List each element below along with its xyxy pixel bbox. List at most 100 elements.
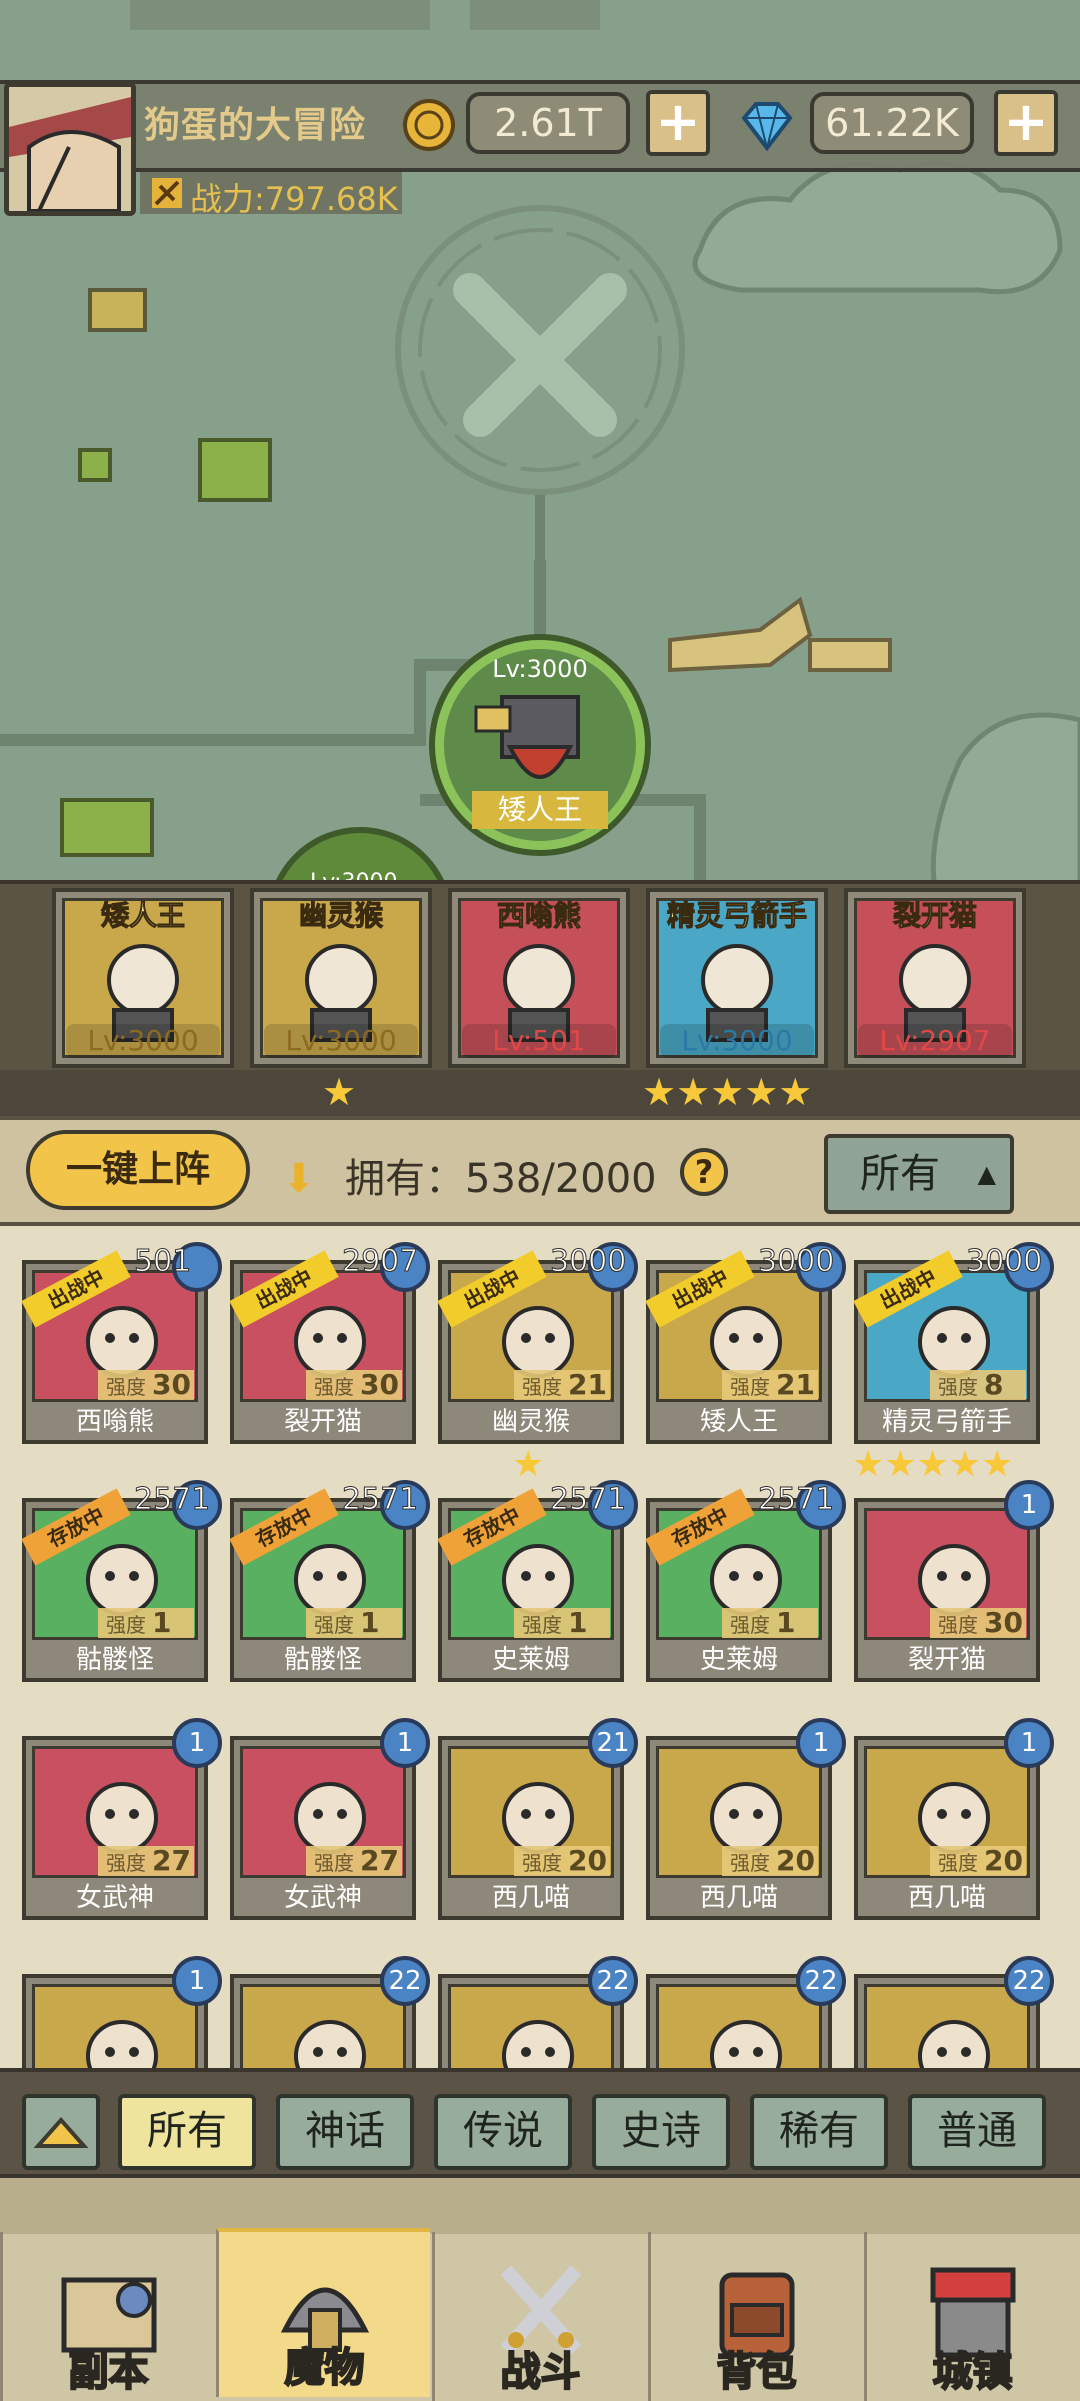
lineup-slot[interactable]: 裂开猫 Lv:2907 — [844, 888, 1026, 1068]
lineup-slot-level: Lv:501 — [462, 1024, 616, 1058]
nav-item-backpack[interactable]: 背包 — [648, 2232, 862, 2401]
nav-item-shop[interactable]: 城镇 — [864, 2232, 1078, 2401]
level-badge: 1 — [796, 1718, 846, 1768]
boss-node[interactable]: Lv:3000 矮人王 — [432, 637, 648, 853]
nav-item-label: 城镇 — [932, 2348, 1014, 2396]
nav-item-label: 背包 — [716, 2348, 798, 2396]
monster-card[interactable]: 强度 1 史莱姆 存放中 — [437, 1488, 624, 1682]
strength-tag: 强度 30 — [98, 1370, 194, 1400]
lineup-slot-name: 精灵弓箭手 — [666, 899, 807, 933]
strength-value: 20 — [984, 1844, 1023, 1877]
level-badge: 1 — [172, 1956, 222, 2006]
monster-card[interactable]: 强度 20 西几喵 — [854, 1736, 1040, 1920]
add-gold-button[interactable]: + — [646, 90, 710, 156]
monster-name: 西几喵 — [491, 1883, 570, 1913]
gold-coin-icon — [403, 99, 455, 151]
strength-label: 强度 — [522, 1613, 562, 1637]
strength-tag: 强度 30 — [930, 1608, 1026, 1638]
strength-value: 20 — [568, 1844, 607, 1877]
filter-dropdown[interactable]: 所有 ▲ — [824, 1134, 1014, 1214]
monster-name: 女武神 — [283, 1883, 362, 1913]
strength-value: 27 — [152, 1844, 191, 1877]
monster-card[interactable]: 强度 30 裂开猫 — [854, 1498, 1040, 1682]
level-badge: 1 — [1004, 1718, 1054, 1768]
monster-name: 骷髅怪 — [283, 1645, 362, 1675]
monster-name: 史莱姆 — [699, 1645, 778, 1675]
help-button[interactable]: ? — [680, 1148, 728, 1196]
lineup-slot[interactable]: 西嗡熊 Lv:501 — [448, 888, 630, 1068]
strength-tag: 强度 1 — [514, 1608, 610, 1638]
level-value: 2907 — [341, 1244, 419, 1280]
monster-card[interactable]: 强度 8 精灵弓箭手 出战中 — [853, 1250, 1040, 1444]
strength-tag: 强度 1 — [98, 1608, 194, 1638]
add-gem-button[interactable]: + — [994, 90, 1058, 156]
lineup-slot[interactable]: 幽灵猴 Lv:3000 — [250, 888, 432, 1068]
monster-card[interactable]: 强度 21 矮人王 出战中 — [645, 1250, 832, 1444]
lineup-slot[interactable]: 矮人王 Lv:3000 — [52, 888, 234, 1068]
strength-tag: 强度 27 — [98, 1846, 194, 1876]
strength-value: 27 — [360, 1844, 399, 1877]
monster-name: 西几喵 — [699, 1883, 778, 1913]
strength-tag: 强度 1 — [722, 1608, 818, 1638]
level-badge: 1 — [1004, 1480, 1054, 1530]
lineup-slot[interactable]: 精灵弓箭手 Lv:3000 — [646, 888, 828, 1068]
rarity-tab[interactable]: 所有 — [118, 2094, 256, 2170]
strength-tag: 强度 21 — [722, 1370, 818, 1400]
monster-card[interactable]: 强度 30 裂开猫 出战中 — [229, 1250, 416, 1444]
power-value: 战力:797.68K — [190, 180, 398, 218]
one-click-deploy-button[interactable]: 一键上阵 — [26, 1130, 250, 1210]
monster-card[interactable]: 强度 1 骷髅怪 存放中 — [229, 1488, 416, 1682]
strength-tag: 强度 20 — [722, 1846, 818, 1876]
bottom-nav-strip — [0, 2178, 1080, 2234]
strength-value: 8 — [984, 1368, 1004, 1401]
strength-tag: 强度 20 — [514, 1846, 610, 1876]
boss-name: 矮人王 — [497, 793, 582, 826]
owned-count: 拥有：538/2000 — [345, 1156, 657, 1202]
monster-card[interactable]: 强度 27 女武神 — [22, 1736, 208, 1920]
strength-tag: 强度 8 — [930, 1370, 1026, 1400]
monster-card[interactable]: 强度 20 西几喵 — [438, 1736, 624, 1920]
strength-tag: 强度 30 — [306, 1370, 402, 1400]
monster-name: 幽灵猴 — [491, 1407, 570, 1437]
lineup-slot-level: Lv:3000 — [66, 1024, 220, 1058]
level-badge: 22 — [588, 1956, 638, 2006]
monster-card[interactable]: 强度 30 西嗡熊 出战中 — [21, 1250, 208, 1444]
gold-amount: 2.61T — [466, 92, 630, 154]
monster-grid[interactable]: 强度 30 西嗡熊 出战中 501 强度 30 裂开猫 出战中 2907 强度 21 幽灵猴 出战中 300… — [0, 1226, 1080, 2068]
monster-card[interactable]: 强度 1 史莱姆 存放中 — [645, 1488, 832, 1682]
strength-label: 强度 — [730, 1851, 770, 1875]
monster-card[interactable]: 强度 1 骷髅怪 存放中 — [21, 1488, 208, 1682]
lineup-slot-name: 裂开猫 — [892, 899, 977, 933]
lineup-slot-level: Lv:3000 — [660, 1024, 814, 1058]
nav-item-helmet[interactable]: 魔物 — [216, 2228, 430, 2397]
rarity-tab[interactable]: 神话 — [276, 2094, 414, 2170]
rarity-tab[interactable]: 稀有 — [750, 2094, 888, 2170]
strength-label: 强度 — [938, 1613, 978, 1637]
rarity-tab[interactable]: 史诗 — [592, 2094, 730, 2170]
monster-card[interactable]: 强度 27 女武神 — [230, 1736, 416, 1920]
nav-item-swords[interactable]: 战斗 — [432, 2232, 646, 2401]
strength-value: 20 — [776, 1844, 815, 1877]
strength-tag: 强度 27 — [306, 1846, 402, 1876]
monster-name: 裂开猫 — [283, 1407, 362, 1437]
monster-card[interactable]: 强度 20 西几喵 — [646, 1736, 832, 1920]
monster-stars: ★ — [512, 1444, 545, 1485]
nav-item-map[interactable]: 副本 — [0, 2232, 214, 2401]
rarity-tab[interactable]: 传说 — [434, 2094, 572, 2170]
level-badge: 21 — [588, 1718, 638, 1768]
triangle-up-icon — [33, 2116, 89, 2148]
player-avatar[interactable] — [4, 82, 136, 216]
strength-value: 1 — [776, 1606, 796, 1639]
gem-amount: 61.22K — [810, 92, 974, 154]
rarity-tab[interactable]: 普通 — [908, 2094, 1046, 2170]
lineup-shelf — [0, 1070, 1080, 1116]
caret-up-icon: ▲ — [977, 1160, 996, 1188]
strength-value: 1 — [568, 1606, 588, 1639]
monster-card[interactable]: 强度 21 幽灵猴 出战中 — [437, 1250, 624, 1444]
lineup-slot-name: 幽灵猴 — [298, 899, 383, 933]
level-value: 2571 — [549, 1482, 627, 1518]
collapse-button[interactable] — [22, 2094, 100, 2170]
level-badge: 22 — [380, 1956, 430, 2006]
strength-label: 强度 — [730, 1613, 770, 1637]
nav-item-label: 副本 — [68, 2348, 150, 2396]
